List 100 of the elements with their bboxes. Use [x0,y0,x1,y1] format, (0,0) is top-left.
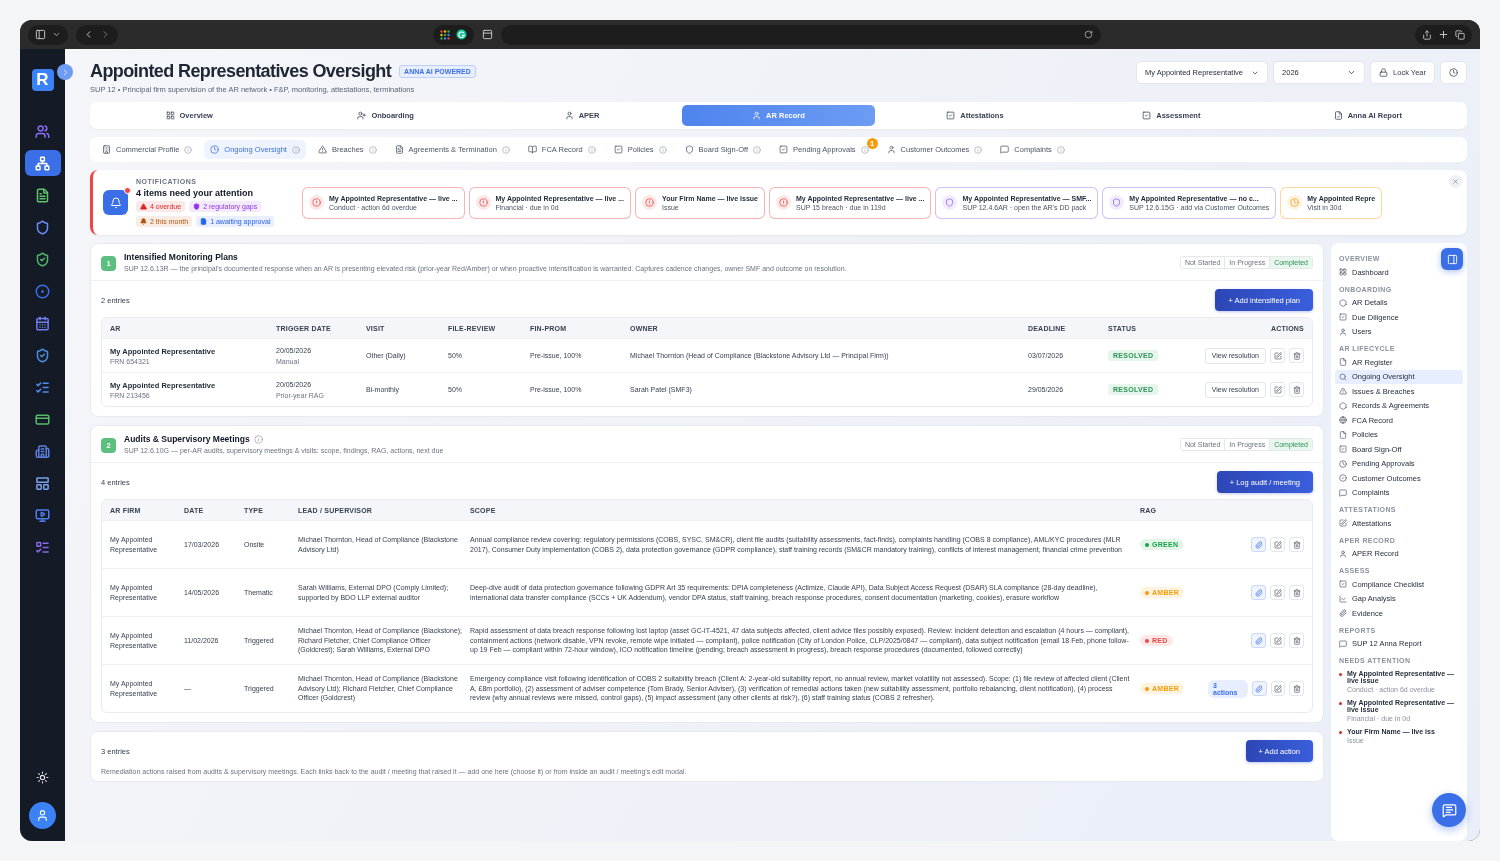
grid-icon [165,111,175,120]
edit-button[interactable] [1270,348,1285,363]
clock-icon [1339,459,1347,468]
app-grid-icon[interactable] [439,29,450,40]
chevron-down-icon [52,30,61,39]
delete-button[interactable] [1289,585,1304,600]
edit-icon [1273,540,1282,549]
history-button[interactable] [1440,61,1467,84]
info-icon [368,145,377,154]
edit-icon [1273,588,1282,597]
globe-icon [1339,416,1347,425]
info-icon [753,145,762,154]
document-icon [1333,111,1343,120]
checkbox-icon [946,111,956,120]
info-icon [501,145,510,154]
warning-icon [1339,387,1347,396]
page-title: Appointed Representatives Oversight [90,61,392,82]
user-icon [36,809,49,822]
notifications-title: 4 items need your attention [136,188,255,198]
delete-button[interactable] [1289,633,1304,648]
share-icon [1422,29,1432,40]
expand-button[interactable] [57,64,73,80]
reload-icon [1083,30,1093,39]
alert-icon [775,195,791,210]
delete-button[interactable] [1289,348,1304,363]
paperclip-icon [1339,609,1347,618]
alert-dot [1339,731,1342,734]
info-icon [291,145,300,154]
info-icon [658,145,667,154]
chat-icon [1339,488,1347,497]
edit-icon [1339,519,1347,528]
hexagon-icon [1339,401,1347,410]
document-icon [394,145,404,154]
info-icon [860,145,869,154]
delete-button[interactable] [1289,537,1304,552]
shield-icon [1109,195,1125,210]
alert-dot [1339,673,1342,676]
chat-icon [1000,145,1010,154]
alert-icon [475,195,491,210]
sun-icon[interactable] [36,771,49,784]
plus-icon [1438,29,1449,40]
info-icon [974,145,983,154]
warning-icon [317,145,327,154]
lock-icon [1379,68,1389,77]
delete-button[interactable] [1289,382,1304,397]
app-logo[interactable]: R [31,69,54,91]
sidebar-icon[interactable] [35,29,46,40]
edit-button[interactable] [1270,681,1286,696]
user-icon [564,111,574,120]
tabs-icon [1455,29,1465,40]
chat-icon [1339,639,1347,648]
building-icon [102,145,111,154]
close-icon [1452,178,1459,185]
file-icon [1339,430,1347,439]
rail-item[interactable] [24,150,61,176]
extension-icon[interactable] [455,29,467,40]
info-icon [184,145,193,154]
edit-button[interactable] [1270,537,1285,552]
bell-icon[interactable] [103,190,128,215]
checkbox-icon [1339,445,1347,454]
clock-icon [210,145,220,154]
trash-icon [1292,351,1301,360]
check-circle-icon [1339,474,1347,483]
attach-button[interactable] [1251,585,1266,600]
search-icon [1339,372,1347,381]
edit-button[interactable] [1270,585,1285,600]
edit-button[interactable] [1270,382,1285,397]
alert-icon [642,195,657,210]
clock-icon [1449,68,1458,77]
close-button[interactable] [1449,175,1462,188]
user-icon [1339,549,1347,558]
user-icon [1339,327,1347,336]
grid-icon [1339,268,1347,277]
alert-icon [309,195,324,210]
attach-button[interactable] [1251,537,1266,552]
attach-button[interactable] [1251,633,1266,648]
delete-button[interactable] [1289,681,1304,696]
book-icon [527,145,537,154]
edit-icon [1273,351,1282,360]
edit-button[interactable] [1270,633,1285,648]
user-icon [886,145,896,154]
section-title: Audits & Supervisory Meetings [124,434,250,444]
attach-button[interactable] [1251,681,1267,696]
panel-icon [1446,253,1458,265]
trash-icon [1292,684,1301,693]
shield-icon [684,145,694,154]
edit-icon [1273,385,1282,394]
user-plus-icon [357,111,367,120]
clock-icon [1287,195,1303,210]
user-avatar[interactable] [29,802,56,829]
checkbox-icon [1339,580,1347,589]
checkbox-icon [613,145,623,154]
trash-icon [1292,385,1301,394]
info-icon [587,145,596,154]
edit-icon [1273,636,1282,645]
panel-toggle-button[interactable] [1441,248,1463,270]
paperclip-icon [1254,636,1263,645]
chat-icon [1441,802,1457,818]
info-icon [1056,145,1065,154]
user-icon [752,111,762,120]
